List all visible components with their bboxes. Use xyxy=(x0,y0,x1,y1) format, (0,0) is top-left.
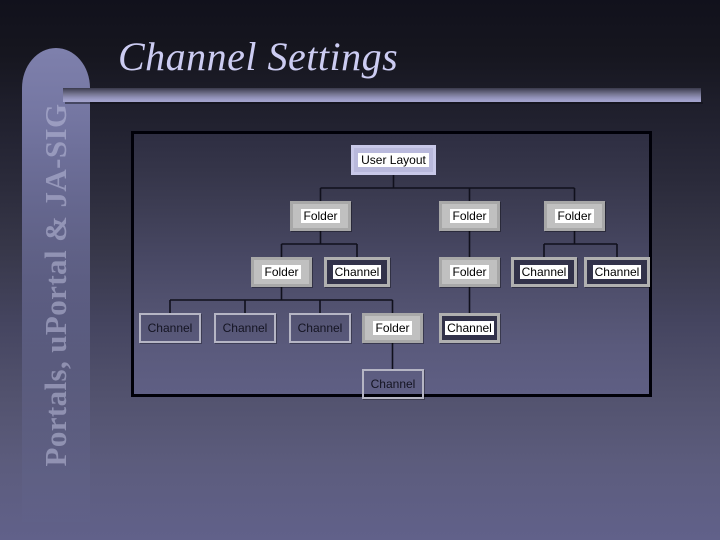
tree-node-label: Folder xyxy=(373,321,412,335)
tree-node-channel[interactable]: Channel xyxy=(289,313,351,343)
sidebar-vertical-label: Portals, uPortal & JA-SIG xyxy=(38,103,73,467)
tree-node-label: Folder xyxy=(301,209,340,223)
tree-node-folder[interactable]: Folder xyxy=(362,313,423,343)
tree-node-channel[interactable]: Channel xyxy=(214,313,276,343)
tree-node-user-layout[interactable]: User Layout xyxy=(351,145,436,175)
sidebar-band: Portals, uPortal & JA-SIG xyxy=(22,48,90,522)
tree-node-folder[interactable]: Folder xyxy=(290,201,351,231)
tree-node-label: Channel xyxy=(519,265,569,279)
tree-node-channel[interactable]: Channel xyxy=(511,257,577,287)
tree-node-label: Channel xyxy=(147,321,193,335)
tree-node-label: Folder xyxy=(555,209,594,223)
tree-node-channel[interactable]: Channel xyxy=(139,313,201,343)
layout-tree-diagram: User Layout Folder Folder Folder Folder Chann… xyxy=(134,134,650,399)
tree-node-channel[interactable]: Channel xyxy=(584,257,650,287)
tree-node-folder[interactable]: Folder xyxy=(544,201,605,231)
tree-node-label: Channel xyxy=(222,321,268,335)
slide-canvas: Portals, uPortal & JA-SIG Channel Settin… xyxy=(0,0,720,540)
tree-node-label: Folder xyxy=(262,265,301,279)
tree-node-folder[interactable]: Folder xyxy=(439,201,500,231)
tree-node-label: Channel xyxy=(445,321,494,335)
tree-node-label: Channel xyxy=(370,377,416,391)
diagram-panel: User Layout Folder Folder Folder Folder Chann… xyxy=(131,131,652,399)
tree-node-folder[interactable]: Folder xyxy=(439,257,500,287)
tree-node-label: Folder xyxy=(450,209,489,223)
page-title: Channel Settings xyxy=(118,34,399,79)
tree-node-channel[interactable]: Channel xyxy=(439,313,500,343)
title-divider-rule xyxy=(63,88,701,102)
title-divider-shadow xyxy=(65,102,703,104)
tree-node-label: User Layout xyxy=(358,153,429,167)
tree-node-label: Channel xyxy=(332,265,382,279)
tree-node-label: Folder xyxy=(450,265,489,279)
tree-node-label: Channel xyxy=(297,321,343,335)
tree-node-folder[interactable]: Folder xyxy=(251,257,312,287)
tree-node-channel[interactable]: Channel xyxy=(362,369,424,399)
tree-node-label: Channel xyxy=(592,265,642,279)
tree-node-channel[interactable]: Channel xyxy=(324,257,390,287)
